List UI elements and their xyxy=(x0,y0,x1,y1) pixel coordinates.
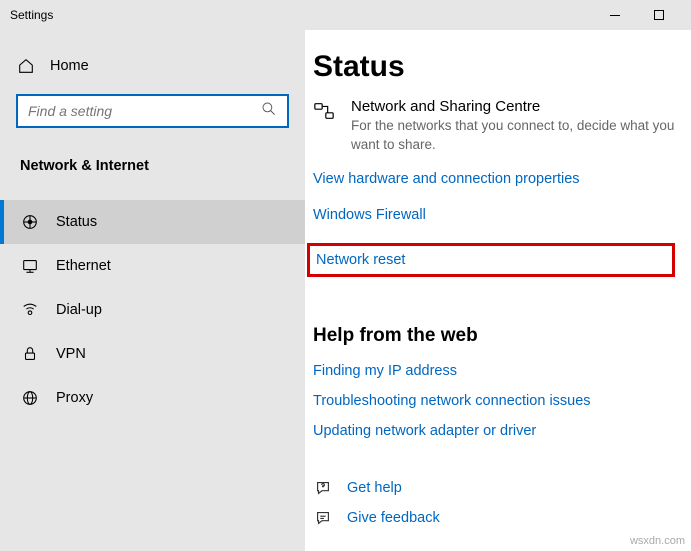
search-icon xyxy=(261,101,277,122)
nav-item-dialup[interactable]: Dial-up xyxy=(0,288,305,332)
sidebar: Home Network & Internet Status xyxy=(0,30,305,551)
home-label: Home xyxy=(50,58,89,74)
nav-item-label: Ethernet xyxy=(56,258,111,274)
get-help-link[interactable]: Get help xyxy=(313,479,675,497)
feedback-icon xyxy=(313,509,333,527)
feedback-label: Give feedback xyxy=(347,510,440,526)
watermark: wsxdn.com xyxy=(630,535,685,547)
home-button[interactable]: Home xyxy=(0,48,305,84)
nav-item-label: Dial-up xyxy=(56,302,102,318)
link-adapter[interactable]: Updating network adapter or driver xyxy=(313,423,675,439)
page-title: Status xyxy=(313,50,675,84)
footer-links: Get help Give feedback xyxy=(313,459,675,539)
section-title: Network & Internet xyxy=(0,148,305,184)
nav-item-status[interactable]: Status xyxy=(0,200,305,244)
ethernet-icon xyxy=(20,256,40,276)
maximize-button[interactable] xyxy=(637,0,681,30)
link-network-reset[interactable]: Network reset xyxy=(307,243,675,277)
nav-item-label: Status xyxy=(56,214,97,230)
window-controls xyxy=(593,0,681,30)
status-icon xyxy=(20,212,40,232)
content: Home Network & Internet Status xyxy=(0,30,691,551)
titlebar: Settings xyxy=(0,0,691,30)
link-find-ip[interactable]: Finding my IP address xyxy=(313,363,675,379)
link-troubleshoot[interactable]: Troubleshooting network connection issue… xyxy=(313,393,675,409)
link-firewall[interactable]: Windows Firewall xyxy=(313,207,675,223)
feedback-link[interactable]: Give feedback xyxy=(313,509,675,527)
help-icon xyxy=(313,479,333,497)
window-title: Settings xyxy=(10,8,593,22)
sharing-desc: For the networks that you connect to, de… xyxy=(351,117,675,155)
proxy-icon xyxy=(20,388,40,408)
main-pane: Status Network and Sharing Centre For th… xyxy=(305,30,691,551)
vpn-icon xyxy=(20,344,40,364)
network-centre-icon xyxy=(313,98,337,127)
home-icon xyxy=(16,56,36,76)
dialup-icon xyxy=(20,300,40,320)
help-title: Help from the web xyxy=(313,325,675,347)
sharing-title: Network and Sharing Centre xyxy=(351,98,675,115)
nav-list: Status Ethernet Dial-up xyxy=(0,200,305,420)
sharing-centre[interactable]: Network and Sharing Centre For the netwo… xyxy=(313,98,675,155)
link-hardware[interactable]: View hardware and connection properties xyxy=(313,171,675,187)
nav-item-proxy[interactable]: Proxy xyxy=(0,376,305,420)
nav-item-label: VPN xyxy=(56,346,86,362)
nav-item-label: Proxy xyxy=(56,390,93,406)
get-help-label: Get help xyxy=(347,480,402,496)
nav-item-vpn[interactable]: VPN xyxy=(0,332,305,376)
minimize-button[interactable] xyxy=(593,0,637,30)
search-box[interactable] xyxy=(16,94,289,128)
search-input[interactable] xyxy=(28,103,261,119)
nav-item-ethernet[interactable]: Ethernet xyxy=(0,244,305,288)
